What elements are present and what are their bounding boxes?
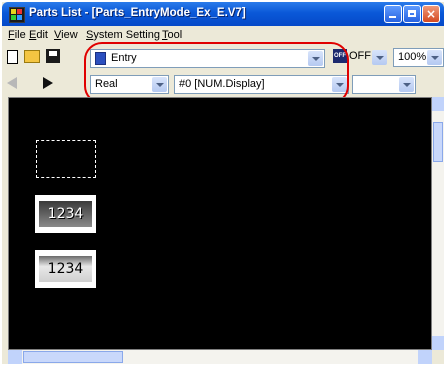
- window-title: Parts List - [Parts_EntryMode_Ex_E.V7]: [29, 7, 246, 19]
- chevron-down-icon[interactable]: [427, 50, 442, 65]
- forward-arrow-icon[interactable]: [43, 77, 53, 89]
- off-dropdown[interactable]: [371, 49, 388, 68]
- scroll-right-button[interactable]: [418, 350, 432, 364]
- open-folder-icon[interactable]: [24, 50, 40, 63]
- close-button[interactable]: ×: [422, 5, 440, 23]
- extra-combo[interactable]: [352, 75, 416, 94]
- title-bar: Parts List - [Parts_EntryMode_Ex_E.V7] ×: [2, 2, 444, 26]
- empty-part-placeholder[interactable]: [36, 140, 96, 178]
- scrollbar-corner: [432, 350, 444, 364]
- horizontal-scroll-thumb[interactable]: [23, 351, 123, 363]
- numeric-display-value: 1234: [47, 261, 84, 277]
- chevron-down-icon[interactable]: [372, 50, 387, 65]
- restore-button[interactable]: [403, 5, 421, 23]
- off-label: OFF: [349, 50, 371, 62]
- scroll-left-button[interactable]: [8, 350, 22, 364]
- restore-icon: [408, 10, 416, 17]
- highlight-annotation: [84, 42, 349, 104]
- zoom-combo[interactable]: 100%: [393, 48, 444, 67]
- editor-canvas[interactable]: 1234 1234: [8, 97, 432, 350]
- horizontal-scrollbar[interactable]: [8, 350, 432, 364]
- numeric-display-value: 1234: [47, 206, 84, 222]
- numeric-display-face: 1234: [39, 201, 92, 227]
- numeric-display-face: 1234: [39, 256, 92, 282]
- minimize-icon: [389, 16, 396, 18]
- new-document-icon[interactable]: [7, 50, 18, 64]
- minimize-button[interactable]: [384, 5, 402, 23]
- back-arrow-icon[interactable]: [7, 77, 17, 89]
- save-icon[interactable]: [46, 49, 60, 63]
- vertical-scroll-thumb[interactable]: [433, 122, 443, 162]
- app-icon: [9, 7, 25, 23]
- menu-view[interactable]: View: [54, 29, 78, 41]
- scroll-up-button[interactable]: [432, 97, 444, 111]
- numeric-display-part[interactable]: 1234: [35, 195, 96, 233]
- menu-tool[interactable]: Tool: [162, 29, 182, 41]
- close-icon: ×: [426, 7, 437, 21]
- scroll-down-button[interactable]: [432, 336, 444, 350]
- application-window: Parts List - [Parts_EntryMode_Ex_E.V7] ×…: [2, 2, 444, 364]
- zoom-value: 100%: [398, 51, 427, 63]
- menu-edit[interactable]: Edit: [29, 29, 48, 41]
- numeric-display-part[interactable]: 1234: [35, 250, 96, 288]
- menu-file[interactable]: File: [8, 29, 26, 41]
- chevron-down-icon[interactable]: [399, 77, 414, 92]
- vertical-scrollbar[interactable]: [432, 97, 444, 350]
- menu-system-setting[interactable]: System Setting: [86, 29, 160, 41]
